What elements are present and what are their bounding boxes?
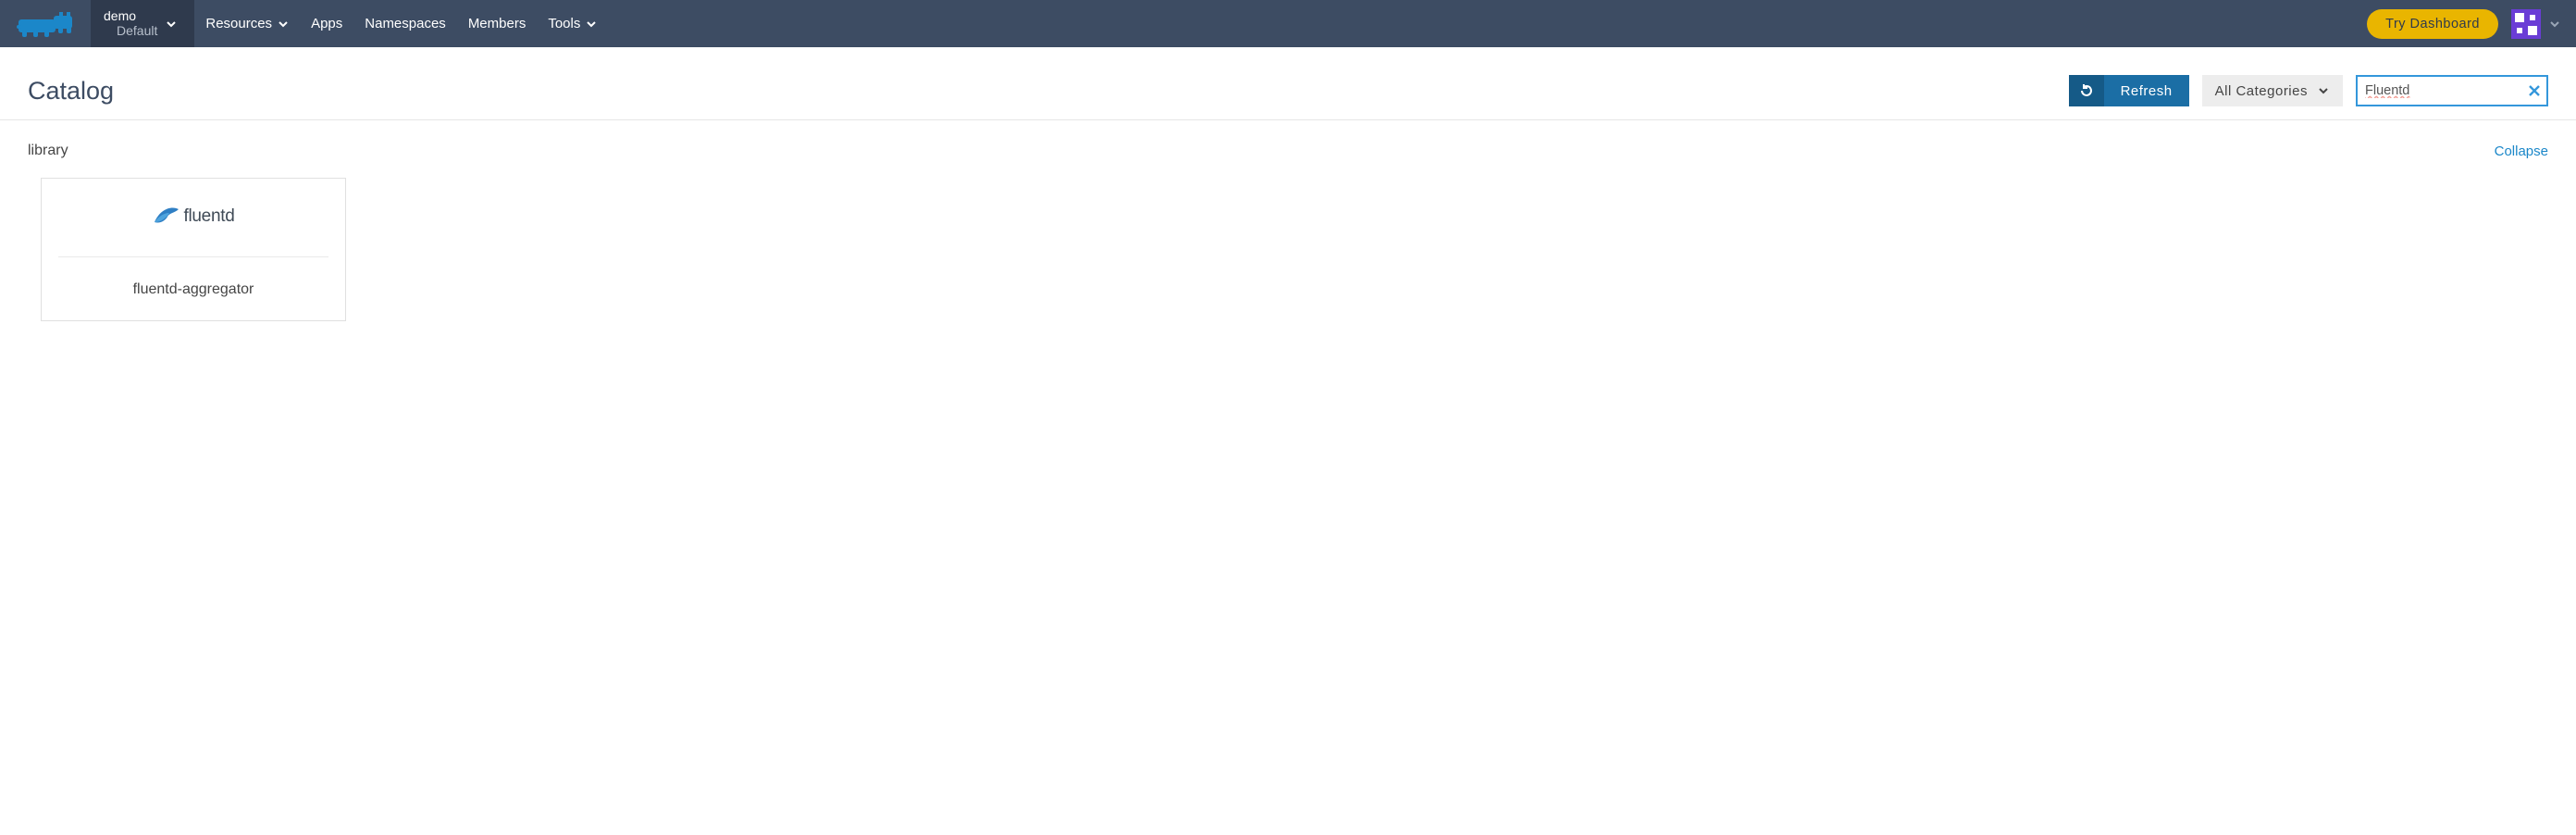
chevron-down-icon bbox=[278, 19, 289, 30]
main-nav: Resources Apps Namespaces Members Tools bbox=[194, 0, 608, 47]
nav-resources[interactable]: Resources bbox=[194, 0, 300, 47]
nav-resources-label: Resources bbox=[205, 16, 272, 31]
header-actions: Refresh All Categories bbox=[2069, 75, 2548, 106]
refresh-icon bbox=[2069, 75, 2104, 106]
refresh-label: Refresh bbox=[2104, 75, 2189, 106]
chevron-down-icon bbox=[165, 18, 178, 31]
avatar-icon bbox=[2511, 9, 2541, 39]
cluster-switcher[interactable]: demo Default bbox=[91, 0, 194, 47]
collapse-link[interactable]: Collapse bbox=[2495, 143, 2548, 159]
search-input[interactable] bbox=[2356, 75, 2548, 106]
nav-namespaces[interactable]: Namespaces bbox=[353, 0, 457, 47]
nav-tools[interactable]: Tools bbox=[537, 0, 608, 47]
nav-members-label: Members bbox=[468, 16, 526, 31]
search-wrapper bbox=[2356, 75, 2548, 106]
brand-logo[interactable] bbox=[17, 0, 91, 47]
card-logo-text: fluentd bbox=[184, 206, 235, 227]
refresh-button[interactable]: Refresh bbox=[2069, 75, 2189, 106]
clear-search-icon[interactable] bbox=[2526, 82, 2543, 99]
card-name: fluentd-aggregator bbox=[133, 281, 254, 298]
section-header: library Collapse bbox=[0, 120, 2576, 168]
chevron-down-icon bbox=[586, 19, 597, 30]
nav-members[interactable]: Members bbox=[457, 0, 538, 47]
topbar-right: Try Dashboard bbox=[2367, 0, 2576, 47]
cards-grid: fluentd fluentd-aggregator bbox=[0, 168, 2576, 349]
page-title: Catalog bbox=[28, 77, 114, 106]
nav-tools-label: Tools bbox=[548, 16, 580, 31]
card-divider bbox=[58, 256, 328, 257]
chevron-down-icon bbox=[2317, 84, 2330, 97]
category-dropdown[interactable]: All Categories bbox=[2202, 75, 2343, 106]
chevron-down-icon bbox=[2548, 18, 2561, 31]
catalog-card[interactable]: fluentd fluentd-aggregator bbox=[41, 178, 346, 321]
page-header: Catalog Refresh All Categories bbox=[0, 47, 2576, 120]
environment-name: Default bbox=[117, 24, 157, 38]
card-logo: fluentd bbox=[153, 197, 235, 236]
rancher-logo-icon bbox=[17, 8, 78, 40]
cluster-name: demo bbox=[104, 9, 157, 23]
try-dashboard-button[interactable]: Try Dashboard bbox=[2367, 9, 2498, 39]
category-label: All Categories bbox=[2215, 83, 2308, 99]
nav-apps-label: Apps bbox=[311, 16, 342, 31]
nav-namespaces-label: Namespaces bbox=[365, 16, 446, 31]
top-nav: demo Default Resources Apps Namespaces M… bbox=[0, 0, 2576, 47]
fluentd-bird-icon bbox=[153, 204, 180, 230]
section-title: library bbox=[28, 143, 68, 159]
user-menu[interactable] bbox=[2508, 7, 2565, 41]
nav-apps[interactable]: Apps bbox=[300, 0, 353, 47]
